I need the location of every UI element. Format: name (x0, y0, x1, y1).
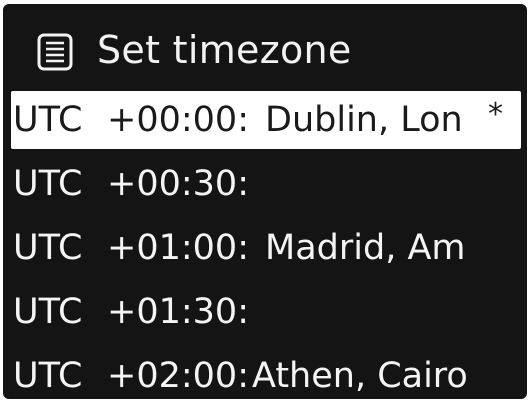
timezone-offset-label: +00:30: (107, 164, 249, 204)
menu-list-icon (37, 33, 73, 71)
timezone-offset-label: +01:00: (107, 228, 249, 268)
timezone-item-utc-0100[interactable]: UTC +01:00: Madrid, Am (3, 219, 527, 277)
timezone-item-utc-0130[interactable]: UTC +01:30: (3, 283, 527, 341)
timezone-offset-label: +00:00: (107, 100, 249, 140)
timezone-zone-label: UTC (13, 292, 83, 332)
timezone-cities-label: Dublin, Lon (265, 100, 463, 140)
device-screen: Set timezone UTC +00:00: Dublin, Lon * U… (3, 4, 527, 399)
timezone-item-utc-0030[interactable]: UTC +00:30: (3, 155, 527, 213)
timezone-offset-label: +01:30: (107, 292, 249, 332)
title-bar: Set timezone (3, 4, 527, 88)
current-selection-marker: * (488, 97, 503, 132)
timezone-zone-label: UTC (13, 164, 83, 204)
timezone-zone-label: UTC (13, 356, 83, 396)
timezone-cities-label: Athen, Cairo (252, 356, 468, 396)
timezone-cities-label: Madrid, Am (265, 228, 466, 268)
timezone-zone-label: UTC (13, 228, 83, 268)
timezone-item-utc-0000[interactable]: UTC +00:00: Dublin, Lon * (11, 91, 521, 149)
timezone-item-utc-0200[interactable]: UTC +02:00: Athen, Cairo (3, 347, 527, 399)
timezone-zone-label: UTC (13, 100, 83, 140)
timezone-offset-label: +02:00: (107, 356, 249, 396)
timezone-list: UTC +00:00: Dublin, Lon * UTC +00:30: UT… (3, 91, 527, 399)
page-title: Set timezone (97, 28, 352, 72)
